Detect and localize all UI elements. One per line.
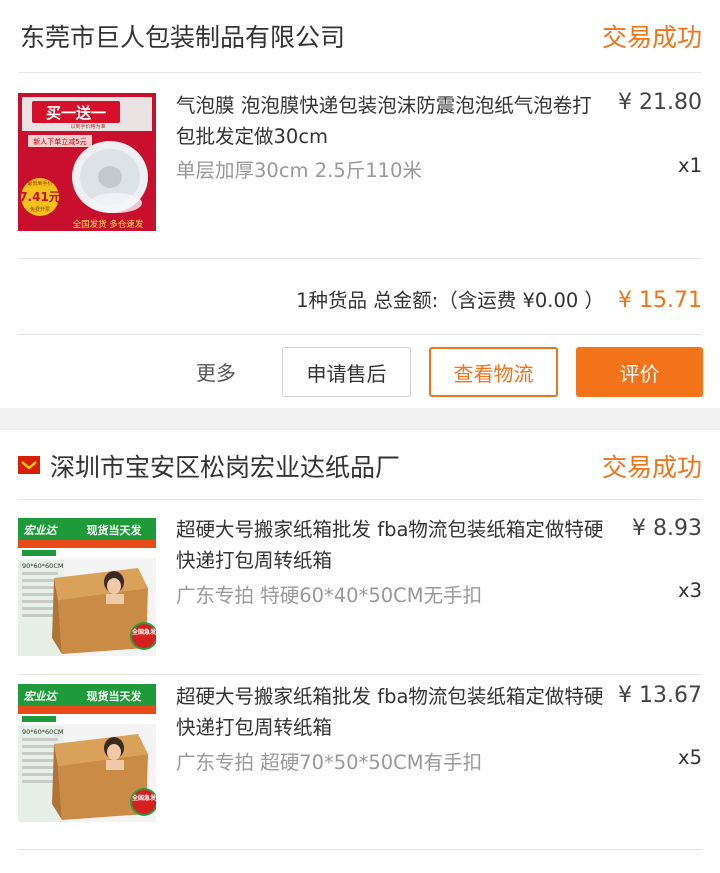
product-price: ¥ 8.93 [632,516,702,541]
thumb-banner-text: 买一送一 [46,104,106,122]
bubble-wrap-image: 买一送一 以到手价格为准 新人下单立减5元 最低到手价 7.41元 免费开票 全… [18,93,156,231]
thumb-badge: 全国急发 [131,794,156,802]
section-gap [0,408,720,430]
thumb-brand: 宏业达 [24,690,59,703]
thumb-tag-bottom: 免费开票 [30,206,50,213]
thumb-headline: 现货当天发 [87,523,143,537]
product-price: ¥ 13.67 [618,683,702,708]
thumb-badge: 全国急发 [131,628,156,636]
shop-name[interactable]: 东莞市巨人包装制品有限公司 [20,18,345,54]
thumb-headline: 现货当天发 [87,689,143,703]
order-item[interactable]: 宏业达 现货当天发 90*60*60CM 全国急发 超硬大号搬家纸箱批发 fba… [0,675,720,849]
order-card: 深圳市宝安区松岗宏业达纸品厂 交易成功 宏业达 现货当天发 90*60*60CM [0,430,720,873]
product-spec: 广东专拍 超硬70*50*50CM有手扣 [176,751,483,774]
review-button[interactable]: 评价 [576,347,703,397]
divider [18,258,702,259]
divider [18,849,702,850]
thumb-sub-text: 以到手价格为准 [70,123,105,130]
thumb-footer-text: 全国发货 多仓速发 [73,219,144,230]
total-amount: ¥ 15.71 [618,288,702,313]
more-button[interactable]: 更多 [196,357,236,386]
carton-box-image: 宏业达 现货当天发 90*60*60CM 全国急发 [18,518,156,656]
shop-header[interactable]: 东莞市巨人包装制品有限公司 交易成功 [0,0,720,72]
order-status: 交易成功 [601,23,702,52]
product-quantity: x5 [678,746,702,769]
order-status: 交易成功 [601,453,702,482]
order-item[interactable]: 宏业达 现货当天发 90*60*60CM 全国急发 超硬大号搬家纸箱批发 fba… [0,500,720,674]
divider [18,334,702,335]
product-title[interactable]: 超硬大号搬家纸箱批发 fba物流包装纸箱定做特硬快递打包周转纸箱 [176,514,606,576]
order-card: 东莞市巨人包装制品有限公司 交易成功 买一送一 以到手价格为准 新人下单立减5元… [0,0,720,408]
order-item[interactable]: 买一送一 以到手价格为准 新人下单立减5元 最低到手价 7.41元 免费开票 全… [0,72,720,258]
carton-box-image: 宏业达 现货当天发 90*60*60CM 全国急发 [18,684,156,822]
shop-name[interactable]: 深圳市宝安区松岗宏业达纸品厂 [50,448,400,484]
thumb-tag-top: 最低到手价 [27,180,52,187]
thumb-price-tag: 7.41元 [19,190,61,204]
product-title[interactable]: 超硬大号搬家纸箱批发 fba物流包装纸箱定做特硬快递打包周转纸箱 [176,681,606,743]
thumb-size: 90*60*60CM [22,562,63,570]
thumb-brand: 宏业达 [24,524,59,537]
thumb-promo-text: 新人下单立减5元 [33,137,86,146]
product-thumbnail[interactable]: 买一送一 以到手价格为准 新人下单立减5元 最低到手价 7.41元 免费开票 全… [18,93,156,231]
order-summary: 1种货品 总金额:（含运费 ¥0.00 ） ¥ 15.71 [296,284,702,313]
product-title[interactable]: 气泡膜 泡泡膜快递包装泡沫防震泡泡纸气泡卷打包批发定做30cm [176,90,606,152]
shop-header[interactable]: 深圳市宝安区松岗宏业达纸品厂 交易成功 [0,430,720,502]
product-thumbnail[interactable]: 宏业达 现货当天发 90*60*60CM 全国急发 [18,518,156,656]
after-sale-button[interactable]: 申请售后 [282,347,411,397]
shop-icon [18,456,40,474]
product-quantity: x1 [678,154,702,177]
summary-text: 1种货品 总金额:（含运费 ¥0.00 ） [296,289,605,312]
product-thumbnail[interactable]: 宏业达 现货当天发 90*60*60CM 全国急发 [18,684,156,822]
product-quantity: x3 [678,579,702,602]
product-spec: 广东专拍 特硬60*40*50CM无手扣 [176,584,483,607]
thumb-size: 90*60*60CM [22,728,63,736]
view-logistics-button[interactable]: 查看物流 [429,347,558,397]
product-spec: 单层加厚30cm 2.5斤110米 [176,159,422,182]
product-price: ¥ 21.80 [618,90,702,115]
